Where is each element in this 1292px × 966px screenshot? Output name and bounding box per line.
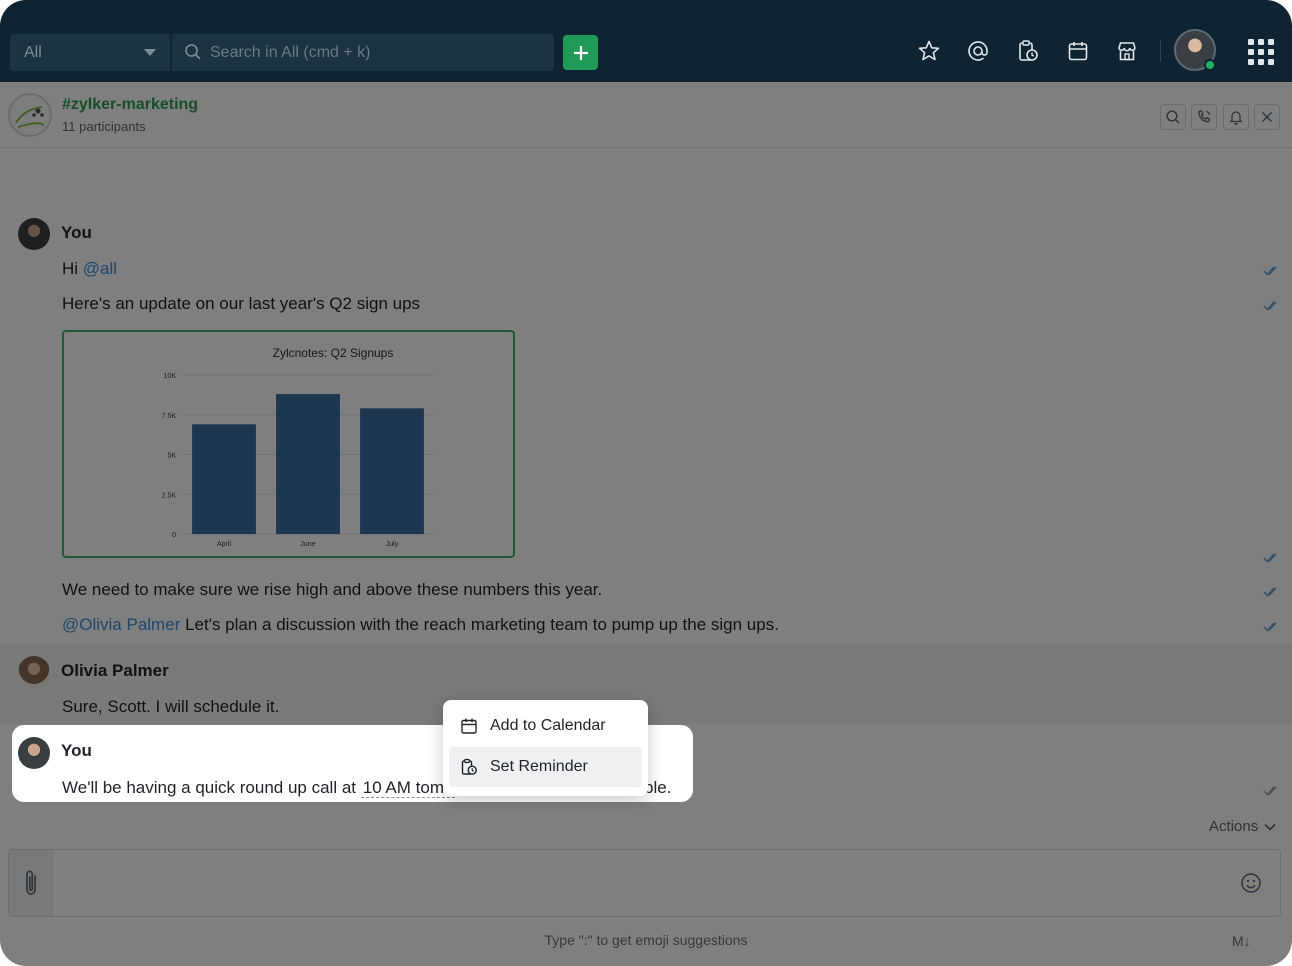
app-window: All Search in All (cmd + k) You We'll be… — [0, 0, 1292, 966]
message-text-suffix: ble. — [644, 778, 672, 797]
apps-grid-icon[interactable] — [1248, 39, 1274, 65]
toolbar-divider — [1160, 40, 1161, 62]
search-placeholder: Search in All (cmd + k) — [210, 43, 371, 61]
add-to-calendar-item[interactable]: Add to Calendar — [449, 706, 642, 746]
chevron-down-icon — [144, 49, 156, 56]
modal-overlay[interactable] — [0, 82, 1292, 966]
set-reminder-label: Set Reminder — [490, 758, 588, 775]
mention-icon[interactable] — [965, 38, 991, 64]
store-icon[interactable] — [1114, 38, 1140, 64]
add-button[interactable] — [563, 35, 598, 70]
profile-avatar[interactable] — [1174, 29, 1216, 71]
message-text: We'll be having a quick round up call at… — [62, 778, 456, 798]
search-icon — [184, 43, 202, 66]
avatar[interactable] — [18, 737, 50, 769]
online-status-dot — [1204, 59, 1216, 71]
star-icon[interactable] — [916, 38, 942, 64]
search-scope-label: All — [24, 43, 42, 61]
message-sender[interactable]: You — [61, 741, 92, 761]
search-scope-dropdown[interactable]: All — [10, 34, 170, 71]
calendar-icon — [460, 717, 478, 740]
reminder-icon[interactable] — [1015, 38, 1041, 64]
add-to-calendar-label: Add to Calendar — [490, 717, 606, 734]
time-context-menu: Add to Calendar Set Reminder — [443, 700, 648, 796]
set-reminder-item[interactable]: Set Reminder — [449, 747, 642, 787]
top-bar: All Search in All (cmd + k) — [0, 0, 1292, 82]
reminder-icon — [460, 758, 478, 781]
calendar-icon[interactable] — [1065, 38, 1091, 64]
smart-time-link[interactable]: 10 AM tomo — [360, 778, 456, 798]
message-text-prefix: We'll be having a quick round up call at — [62, 778, 361, 797]
search-input[interactable]: Search in All (cmd + k) — [172, 34, 554, 71]
plus-icon — [573, 45, 588, 60]
